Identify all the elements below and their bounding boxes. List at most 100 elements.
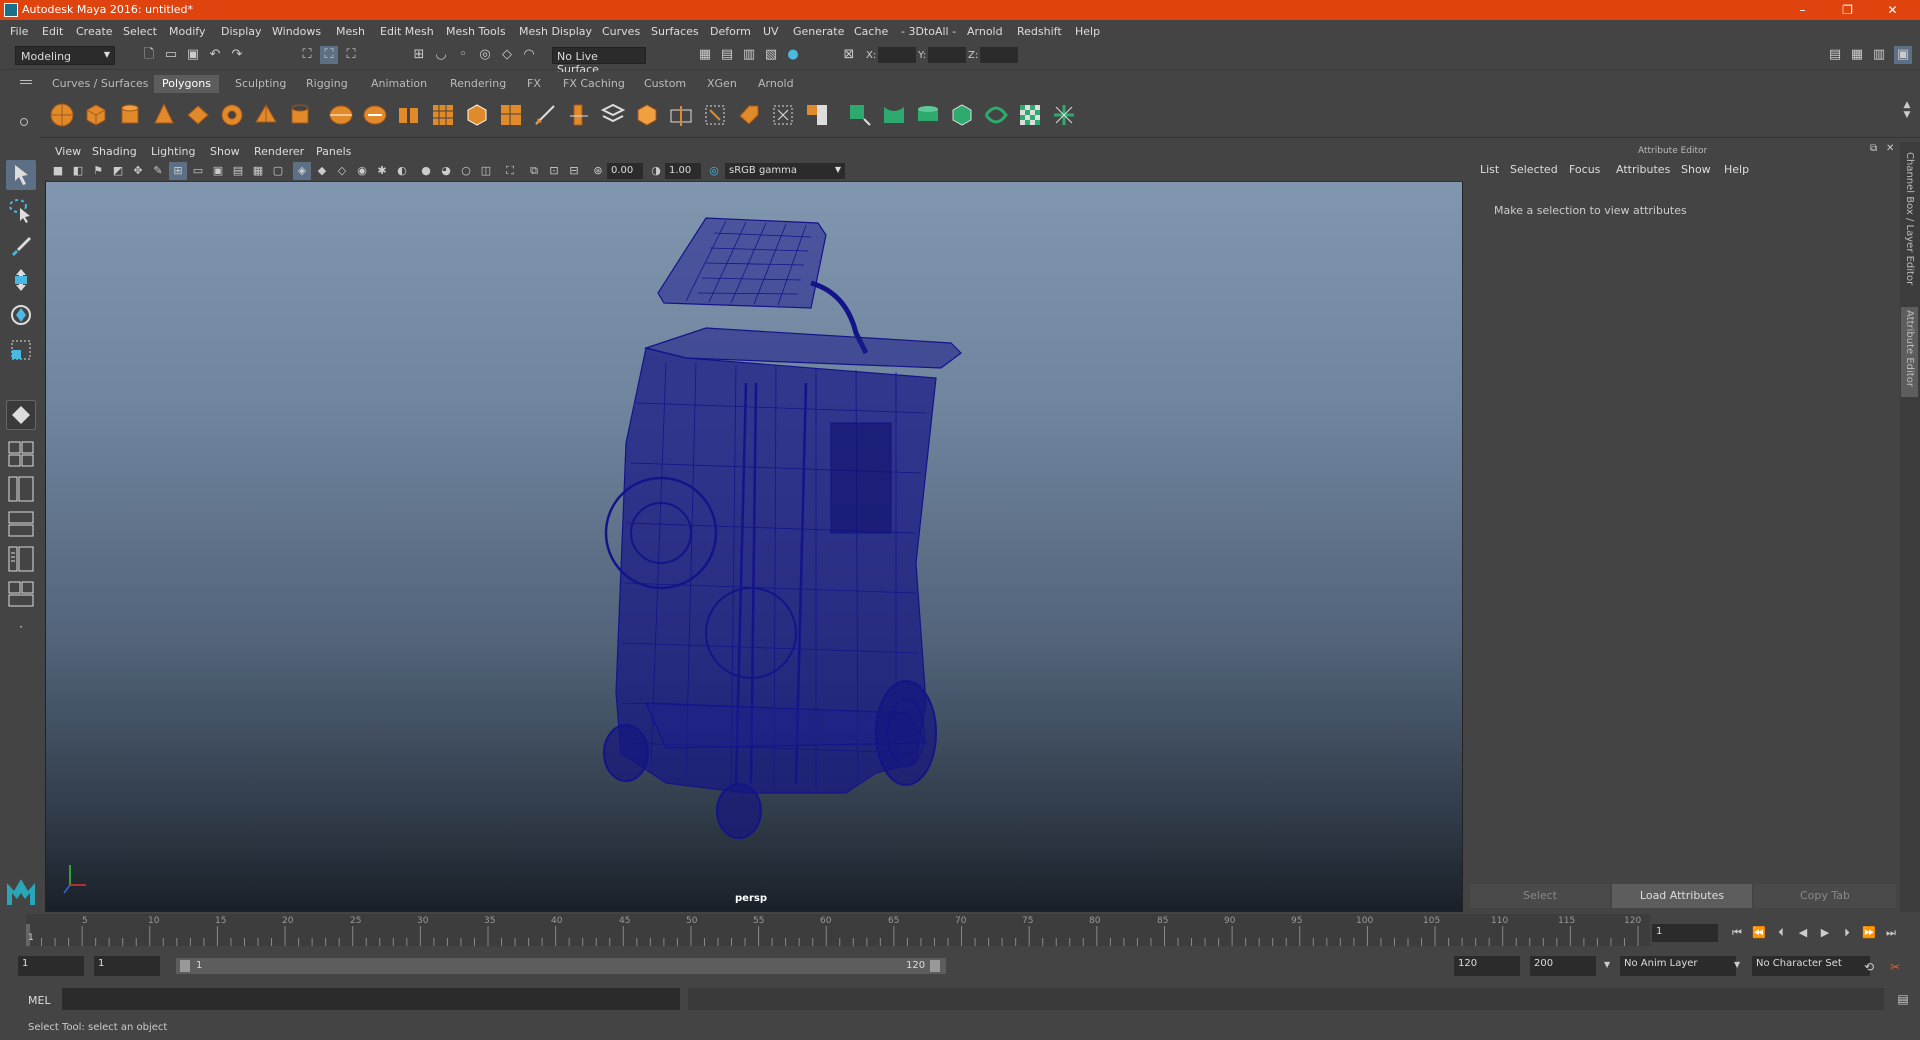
- step-forward-key-icon[interactable]: ⏩: [1860, 924, 1878, 942]
- undo-icon[interactable]: ↶: [206, 46, 224, 64]
- hypershade-icon[interactable]: ●: [784, 46, 802, 64]
- persp-hypershade-layout-icon[interactable]: [6, 545, 36, 573]
- chevron-down-icon[interactable]: ▼: [1734, 960, 1740, 969]
- go-to-end-icon[interactable]: ⏭: [1882, 924, 1900, 942]
- attribute-editor-toggle-icon[interactable]: ▦: [1848, 46, 1866, 64]
- tab-channel-box[interactable]: Channel Box / Layer Editor: [1904, 152, 1915, 292]
- planar-mapping-icon[interactable]: [847, 102, 873, 128]
- motion-blur-icon[interactable]: ◕: [437, 162, 455, 180]
- x-field[interactable]: [878, 47, 916, 63]
- tab-polygons[interactable]: Polygons: [154, 75, 219, 93]
- menu-curves[interactable]: Curves: [602, 25, 640, 38]
- menu-create[interactable]: Create: [76, 25, 113, 38]
- extract-icon[interactable]: [396, 102, 422, 128]
- time-slider[interactable]: 1 5 10 15 20 25 30 35 40 45 50 55 60 65 …: [0, 914, 1920, 950]
- range-start-handle[interactable]: [180, 960, 190, 972]
- snap-view-icon[interactable]: ◎: [476, 46, 494, 64]
- safe-action-icon[interactable]: ▢: [269, 162, 287, 180]
- mode-dropdown[interactable]: Modeling ▼: [15, 46, 115, 65]
- poly-torus-icon[interactable]: [219, 102, 245, 128]
- ae-menu-attributes[interactable]: Attributes: [1616, 163, 1670, 176]
- menu-cache[interactable]: Cache: [854, 25, 888, 38]
- z-field[interactable]: [980, 47, 1018, 63]
- snap-live-icon[interactable]: ◠: [520, 46, 538, 64]
- gate-mask-icon[interactable]: ▤: [229, 162, 247, 180]
- menu-redshift[interactable]: Redshift: [1017, 25, 1062, 38]
- render-view-icon[interactable]: ▦: [696, 46, 714, 64]
- fill-hole-icon[interactable]: [634, 102, 660, 128]
- use-all-lights-icon[interactable]: ✱: [373, 162, 391, 180]
- redo-icon[interactable]: ↷: [228, 46, 246, 64]
- step-back-frame-icon[interactable]: ⏴: [1772, 924, 1790, 942]
- load-attributes-button[interactable]: Load Attributes: [1612, 884, 1752, 908]
- step-forward-frame-icon[interactable]: ⏵: [1838, 924, 1856, 942]
- menu-generate[interactable]: Generate: [793, 25, 844, 38]
- move-tool-icon[interactable]: [6, 265, 36, 295]
- xray-components-icon[interactable]: ⊟: [565, 162, 583, 180]
- playback-end-field[interactable]: 120: [1454, 956, 1520, 976]
- menu-deform[interactable]: Deform: [710, 25, 751, 38]
- open-scene-icon[interactable]: ▭: [162, 46, 180, 64]
- tab-sculpting[interactable]: Sculpting: [227, 75, 294, 93]
- go-to-start-icon[interactable]: ⏮: [1728, 924, 1746, 942]
- shadows-icon[interactable]: ◐: [393, 162, 411, 180]
- menu-surfaces[interactable]: Surfaces: [651, 25, 699, 38]
- play-forwards-icon[interactable]: ▶: [1816, 924, 1834, 942]
- vp-menu-renderer[interactable]: Renderer: [254, 145, 304, 158]
- vp-menu-panels[interactable]: Panels: [316, 145, 351, 158]
- persp-graph-layout-icon[interactable]: [6, 510, 36, 538]
- y-field[interactable]: [928, 47, 966, 63]
- grease-pencil-icon[interactable]: ✎: [149, 162, 167, 180]
- tab-custom[interactable]: Custom: [636, 75, 694, 93]
- ae-menu-focus[interactable]: Focus: [1569, 163, 1600, 176]
- menu-edit[interactable]: Edit: [42, 25, 63, 38]
- copy-tab-button[interactable]: Copy Tab: [1754, 884, 1896, 908]
- menu-modify[interactable]: Modify: [169, 25, 205, 38]
- range-slider[interactable]: 1 120: [176, 958, 946, 974]
- exposure-icon[interactable]: ⊛: [589, 162, 607, 180]
- tab-animation[interactable]: Animation: [363, 75, 435, 93]
- xray-joints-icon[interactable]: ⊡: [545, 162, 563, 180]
- vp-menu-show[interactable]: Show: [210, 145, 240, 158]
- grid-toggle-icon[interactable]: ⊞: [169, 162, 187, 180]
- film-gate-icon[interactable]: ▭: [189, 162, 207, 180]
- bookmark-icon[interactable]: ⚑: [89, 162, 107, 180]
- depth-of-field-icon[interactable]: ◫: [477, 162, 495, 180]
- anti-aliasing-icon[interactable]: ○: [457, 162, 475, 180]
- separate-icon[interactable]: [362, 102, 388, 128]
- new-scene-icon[interactable]: 🗋: [140, 46, 158, 64]
- menu-help[interactable]: Help: [1075, 25, 1100, 38]
- append-icon[interactable]: [600, 102, 626, 128]
- camera-select-icon[interactable]: ■: [49, 162, 67, 180]
- animation-start-field[interactable]: 1: [18, 956, 84, 976]
- color-space-dropdown[interactable]: sRGB gamma ▼: [725, 163, 845, 179]
- tab-rendering[interactable]: Rendering: [442, 75, 514, 93]
- current-frame-field[interactable]: 1: [1652, 924, 1718, 942]
- render-icon[interactable]: ▤: [718, 46, 736, 64]
- automatic-mapping-icon[interactable]: [949, 102, 975, 128]
- two-d-pan-icon[interactable]: ✥: [129, 162, 147, 180]
- shelf-menu-icon[interactable]: [20, 80, 32, 81]
- playback-start-field[interactable]: 1: [94, 956, 160, 976]
- vp-menu-lighting[interactable]: Lighting: [151, 145, 195, 158]
- shelf-settings-icon[interactable]: [20, 118, 28, 126]
- lasso-tool-icon[interactable]: [6, 195, 36, 225]
- poly-sphere-icon[interactable]: [49, 102, 75, 128]
- xray-icon[interactable]: ⧉: [525, 162, 543, 180]
- live-surface-field[interactable]: No Live Surface: [552, 47, 646, 76]
- target-weld-icon[interactable]: [702, 102, 728, 128]
- crease-icon[interactable]: [770, 102, 796, 128]
- multi-cut-icon[interactable]: [532, 102, 558, 128]
- single-perspective-layout-icon[interactable]: [6, 400, 36, 430]
- snap-curve-icon[interactable]: ◡: [432, 46, 450, 64]
- image-plane-icon[interactable]: ◩: [109, 162, 127, 180]
- smooth-shade-icon[interactable]: ◆: [313, 162, 331, 180]
- merge-icon[interactable]: [668, 102, 694, 128]
- persp-outliner-layout-icon[interactable]: [6, 475, 36, 503]
- menu-file[interactable]: File: [10, 25, 28, 38]
- poly-cylinder-icon[interactable]: [117, 102, 143, 128]
- ambient-occlusion-icon[interactable]: ●: [417, 162, 435, 180]
- preferences-icon[interactable]: ✂: [1886, 958, 1904, 976]
- smooth-icon[interactable]: [430, 102, 456, 128]
- auto-key-icon[interactable]: ⟲: [1860, 958, 1878, 976]
